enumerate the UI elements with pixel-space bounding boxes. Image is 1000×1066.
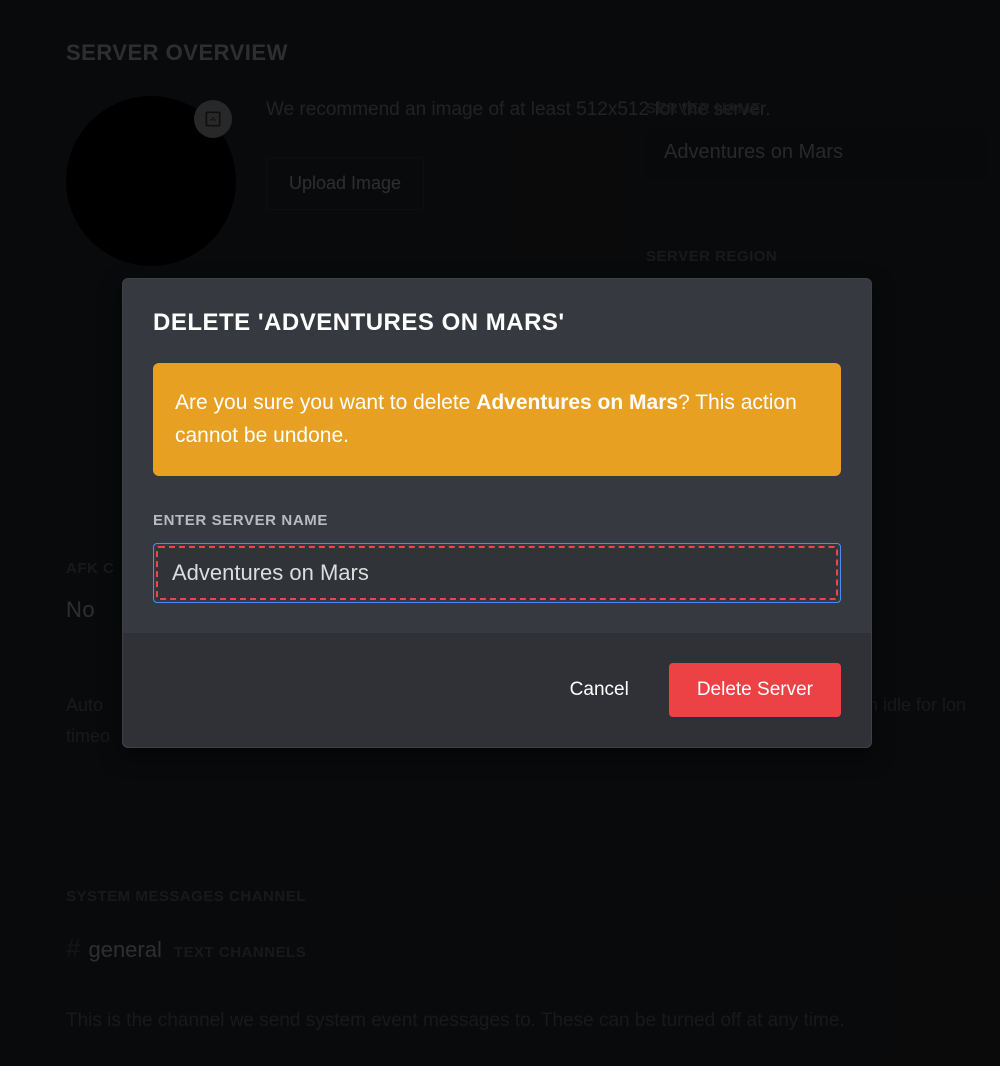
delete-server-modal: DELETE 'ADVENTURES ON MARS' Are you sure… [122,278,872,748]
confirm-input-wrap [153,543,841,603]
warning-server-name: Adventures on Mars [476,391,678,414]
delete-server-button[interactable]: Delete Server [669,663,841,717]
cancel-button[interactable]: Cancel [570,679,629,701]
modal-title: DELETE 'ADVENTURES ON MARS' [153,309,841,337]
warning-prefix: Are you sure you want to delete [175,391,476,414]
confirm-server-name-input[interactable] [156,546,838,600]
confirm-input-label: ENTER SERVER NAME [153,512,841,529]
modal-footer: Cancel Delete Server [123,633,871,747]
warning-box: Are you sure you want to delete Adventur… [153,363,841,476]
modal-body: DELETE 'ADVENTURES ON MARS' Are you sure… [123,279,871,633]
